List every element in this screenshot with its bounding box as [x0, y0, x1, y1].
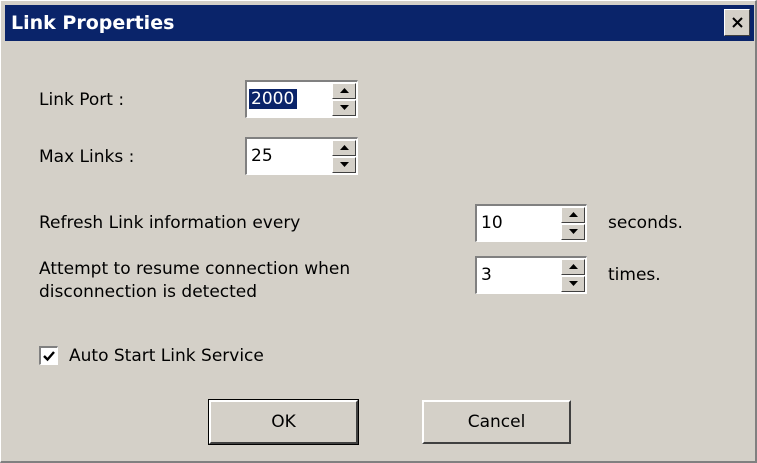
refresh-interval-spinner[interactable] [475, 204, 587, 242]
refresh-unit-label: seconds. [608, 213, 683, 233]
auto-start-label[interactable]: Auto Start Link Service [69, 345, 264, 367]
max-links-up-button[interactable] [332, 140, 356, 156]
link-port-label: Link Port : [39, 90, 125, 110]
max-links-input[interactable] [249, 146, 311, 166]
ok-button[interactable]: OK [208, 399, 359, 445]
max-links-spinner[interactable] [245, 137, 358, 175]
arrow-down-icon [569, 229, 578, 234]
max-links-down-button[interactable] [332, 157, 356, 173]
checkmark-icon [43, 351, 55, 362]
window-title: Link Properties [11, 12, 175, 34]
link-port-spinner[interactable] [245, 80, 358, 118]
resume-attempts-down-button[interactable] [561, 276, 585, 292]
resume-attempts-up-button[interactable] [561, 259, 585, 275]
link-port-input[interactable] [249, 89, 297, 109]
arrow-up-icon [569, 212, 578, 217]
close-button[interactable] [724, 9, 750, 36]
arrow-up-icon [340, 88, 349, 93]
arrow-up-icon [569, 264, 578, 269]
cancel-button[interactable]: Cancel [422, 400, 571, 444]
arrow-down-icon [569, 281, 578, 286]
resume-attempts-label-line2: disconnection is detected [39, 282, 258, 302]
resume-unit-label: times. [608, 265, 661, 285]
arrow-up-icon [340, 145, 349, 150]
resume-attempts-spinner[interactable] [475, 256, 587, 294]
refresh-interval-input[interactable] [479, 213, 541, 233]
link-port-up-button[interactable] [332, 83, 356, 99]
close-icon [732, 17, 743, 28]
title-bar[interactable]: Link Properties [5, 5, 754, 41]
auto-start-checkbox[interactable] [39, 346, 58, 365]
refresh-interval-down-button[interactable] [561, 224, 585, 240]
max-links-label: Max Links : [39, 147, 135, 167]
resume-attempts-label-line1: Attempt to resume connection when [39, 259, 351, 279]
arrow-down-icon [340, 105, 349, 110]
link-properties-dialog: Link Properties Link Port : Max Links : [0, 0, 757, 463]
refresh-interval-label: Refresh Link information every [39, 213, 301, 233]
refresh-interval-up-button[interactable] [561, 207, 585, 223]
arrow-down-icon [340, 162, 349, 167]
resume-attempts-input[interactable] [479, 265, 541, 285]
link-port-down-button[interactable] [332, 100, 356, 116]
